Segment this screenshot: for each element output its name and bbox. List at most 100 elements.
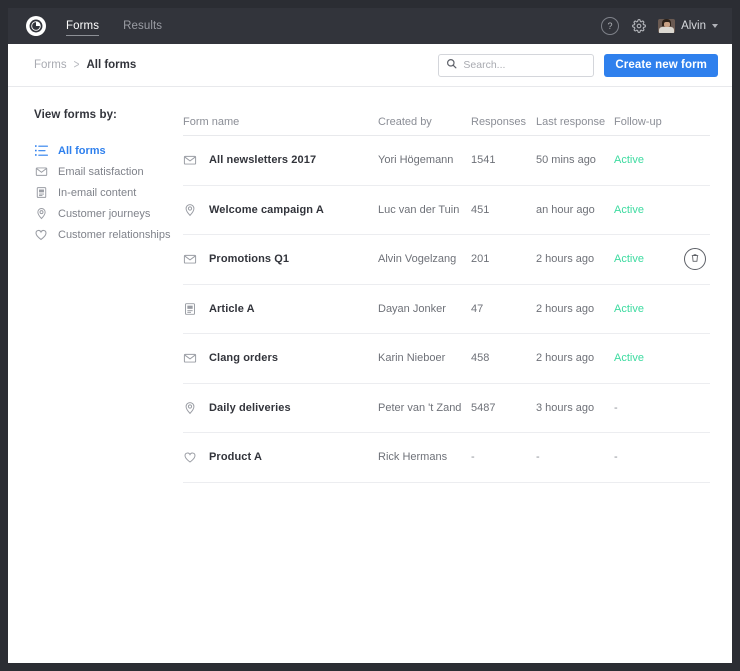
form-name-link[interactable]: Daily deliveries xyxy=(209,402,291,414)
form-name-link[interactable]: All newsletters 2017 xyxy=(209,154,316,166)
main-nav: Forms Results xyxy=(66,8,186,44)
form-name-link[interactable]: Article A xyxy=(209,303,255,315)
top-navigation-bar: Forms Results ? Alvin xyxy=(8,8,732,44)
cell-responses: 451 xyxy=(471,203,490,216)
gear-icon[interactable] xyxy=(630,18,647,35)
spinner-logo-icon[interactable] xyxy=(26,16,46,36)
cell-form-name: Promotions Q1 xyxy=(183,252,378,266)
form-name-link[interactable]: Welcome campaign A xyxy=(209,204,324,216)
sub-header-actions: Create new form xyxy=(438,53,718,77)
table-row[interactable]: Article A Dayan Jonker 47 2 hours ago Active xyxy=(183,285,710,334)
table-row[interactable]: Welcome campaign A Luc van der Tuin 451 an … xyxy=(183,186,710,235)
cell-created-by: Alvin Vogelzang xyxy=(378,253,457,266)
cell-last-response: 2 hours ago xyxy=(536,302,595,315)
sidebar-item-customer-journeys[interactable]: Customer journeys xyxy=(34,203,183,224)
column-header-form-name: Form name xyxy=(183,116,240,128)
location-pin-icon xyxy=(183,203,197,217)
sidebar-item-all-forms[interactable]: All forms xyxy=(34,140,183,161)
tab-forms[interactable]: Forms xyxy=(66,8,100,44)
cell-form-name: Product A xyxy=(183,450,378,464)
heart-icon xyxy=(34,228,48,242)
avatar xyxy=(658,19,676,33)
cell-last-response: 2 hours ago xyxy=(536,352,595,365)
status-badge: Active xyxy=(614,352,644,365)
status-badge: Active xyxy=(614,253,644,266)
tab-results-label: Results xyxy=(123,20,163,32)
cell-last-response: - xyxy=(536,451,540,464)
column-header-responses: Responses xyxy=(471,116,527,128)
sidebar-item-label: All forms xyxy=(58,144,106,157)
sidebar: View forms by: All forms Email satisfact… xyxy=(8,109,183,245)
forms-table: Form name Created by Responses Last resp… xyxy=(183,109,732,483)
document-icon xyxy=(183,302,197,316)
user-name: Alvin xyxy=(681,20,706,32)
delete-form-button[interactable] xyxy=(684,248,706,271)
list-icon xyxy=(34,144,48,158)
cell-last-response: 3 hours ago xyxy=(536,401,595,414)
table-row[interactable]: Daily deliveries Peter van 't Zand 5487 3 h… xyxy=(183,384,710,433)
search-box[interactable] xyxy=(438,53,595,77)
user-menu[interactable]: Alvin xyxy=(658,19,718,33)
status-badge: - xyxy=(614,451,618,464)
search-input[interactable] xyxy=(463,59,587,71)
sub-header-bar: Forms > All forms Create new form xyxy=(8,44,732,87)
table-body: All newsletters 2017 Yori Högemann 1541 50 … xyxy=(183,136,710,483)
help-icon-label: ? xyxy=(607,20,613,31)
cell-created-by: Yori Högemann xyxy=(378,154,454,167)
cell-created-by: Rick Hermans xyxy=(378,451,448,464)
trash-icon xyxy=(690,253,700,266)
status-badge: Active xyxy=(614,302,644,315)
cell-created-by: Peter van 't Zand xyxy=(378,401,462,414)
chevron-down-icon xyxy=(712,24,718,28)
cell-form-name: Article A xyxy=(183,302,378,316)
envelope-icon xyxy=(34,165,48,179)
form-name-link[interactable]: Product A xyxy=(209,451,262,463)
column-header-created-by: Created by xyxy=(378,116,432,128)
cell-last-response: 2 hours ago xyxy=(536,253,595,266)
cell-form-name: Welcome campaign A xyxy=(183,203,378,217)
envelope-icon xyxy=(183,351,197,365)
cell-last-response: an hour ago xyxy=(536,203,595,216)
table-header-row: Form name Created by Responses Last resp… xyxy=(183,109,710,136)
table-row[interactable]: All newsletters 2017 Yori Högemann 1541 50 … xyxy=(183,136,710,186)
column-header-follow-up: Follow-up xyxy=(614,116,662,128)
location-pin-icon xyxy=(183,401,197,415)
cell-last-response: 50 mins ago xyxy=(536,154,596,167)
cell-created-by: Luc van der Tuin xyxy=(378,203,460,216)
cell-actions xyxy=(674,248,710,271)
heart-icon xyxy=(183,450,197,464)
sidebar-item-label: Customer relationships xyxy=(58,228,171,241)
form-name-link[interactable]: Clang orders xyxy=(209,352,278,364)
sidebar-item-in-email-content[interactable]: In-email content xyxy=(34,182,183,203)
cell-responses: 458 xyxy=(471,352,490,365)
top-bar-actions: ? Alvin xyxy=(601,17,718,35)
search-icon xyxy=(446,56,457,74)
cell-created-by: Dayan Jonker xyxy=(378,302,446,315)
status-badge: - xyxy=(614,401,618,414)
create-new-form-button[interactable]: Create new form xyxy=(604,53,718,77)
status-badge: Active xyxy=(614,154,644,167)
table-row[interactable]: Clang orders Karin Nieboer 458 2 hours ago A… xyxy=(183,334,710,384)
document-icon xyxy=(34,186,48,200)
table-row[interactable]: Promotions Q1 Alvin Vogelzang 201 2 hours a… xyxy=(183,235,710,285)
cell-responses: 201 xyxy=(471,253,490,266)
chevron-right-icon: > xyxy=(73,58,80,72)
cell-responses: 1541 xyxy=(471,154,496,167)
sidebar-item-email-satisfaction[interactable]: Email satisfaction xyxy=(34,161,183,182)
table-row[interactable]: Product A Rick Hermans - - - xyxy=(183,433,710,483)
tab-results[interactable]: Results xyxy=(123,8,162,44)
form-name-link[interactable]: Promotions Q1 xyxy=(209,253,289,265)
sidebar-item-label: In-email content xyxy=(58,186,137,199)
sidebar-item-label: Customer journeys xyxy=(58,207,151,220)
sidebar-title: View forms by: xyxy=(34,109,117,121)
location-pin-icon xyxy=(34,207,48,221)
cell-form-name: Daily deliveries xyxy=(183,401,378,415)
sidebar-item-customer-relationships[interactable]: Customer relationships xyxy=(34,224,183,245)
tab-forms-label: Forms xyxy=(66,20,100,32)
cell-responses: 47 xyxy=(471,302,484,315)
help-icon[interactable]: ? xyxy=(601,17,620,35)
envelope-icon xyxy=(183,252,197,266)
breadcrumb-parent[interactable]: Forms xyxy=(34,59,67,71)
cell-created-by: Karin Nieboer xyxy=(378,352,446,365)
envelope-icon xyxy=(183,153,197,167)
